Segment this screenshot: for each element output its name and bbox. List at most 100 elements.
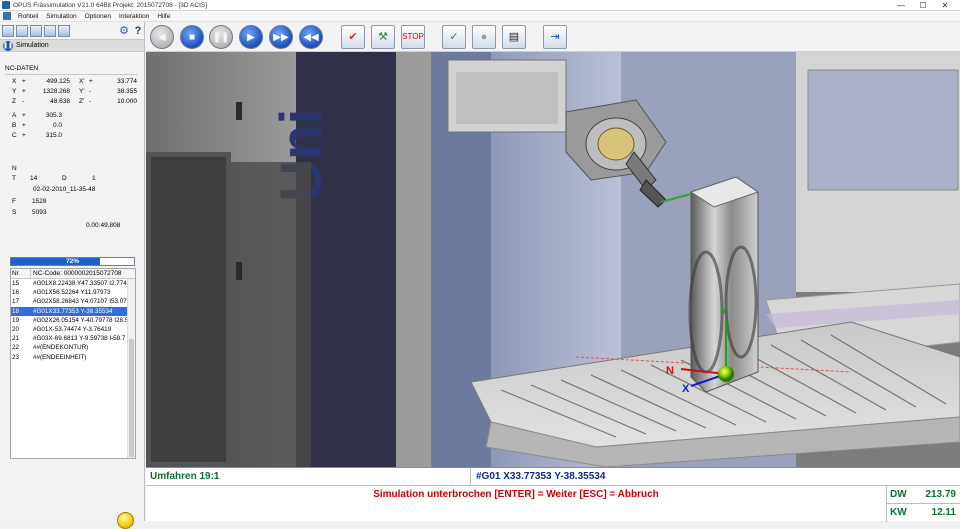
nc-list-row[interactable]: 15 #G01X8.22438 Y47.33507 I2.7748 bbox=[11, 279, 135, 288]
kw-value: 12.11 bbox=[931, 507, 956, 518]
dw-label: DW bbox=[890, 489, 907, 500]
pause-icon: ❚❚ bbox=[3, 40, 14, 51]
stop-icon: ■ bbox=[188, 32, 196, 43]
grid-view-icon[interactable] bbox=[2, 24, 14, 37]
nc-row-number: 19 bbox=[12, 316, 20, 324]
simulation-mode: Umfahren 19:1 bbox=[146, 468, 471, 486]
app-icon bbox=[2, 1, 10, 9]
current-nc-code: #G01 X33.77353 Y-38.35534 bbox=[471, 468, 960, 486]
divider bbox=[5, 74, 138, 75]
window-title: OPUS Frässimulation V21.0 64Bit Projekt:… bbox=[13, 1, 208, 9]
column-nr[interactable]: Nr bbox=[11, 269, 31, 278]
play-icon: ▶ bbox=[247, 32, 255, 43]
nc-code-list[interactable]: Nr NC-Code: 0000002015072708 15 #G01X8.22… bbox=[10, 268, 136, 459]
nc-row-number: 23 bbox=[12, 353, 20, 361]
settings-tool-icon[interactable] bbox=[58, 24, 70, 37]
nc-row-code: ##(ENDEKONTUR) bbox=[33, 344, 89, 352]
nc-elapsed-time: 0.00:49.808 bbox=[86, 222, 121, 229]
column-nc-code[interactable]: NC-Code: 0000002015072708 bbox=[31, 269, 135, 278]
nc-row-number: 16 bbox=[12, 289, 20, 297]
pause-button[interactable]: ❚❚ bbox=[209, 25, 233, 49]
checklist-icon[interactable]: ✓ bbox=[442, 25, 466, 49]
dw-readout: DW 213.79 bbox=[886, 486, 960, 504]
collision-check-icon[interactable]: ✔ bbox=[341, 25, 365, 49]
window-view-icon[interactable] bbox=[30, 24, 42, 37]
simulation-tab-label: Simulation bbox=[16, 42, 49, 49]
nc-list-scrollbar[interactable] bbox=[127, 279, 135, 458]
maximize-button[interactable]: ☐ bbox=[912, 0, 934, 11]
nc-row-code: #G01X33.77353 Y-38.35534 bbox=[33, 307, 113, 315]
nc-row-number: 17 bbox=[12, 298, 20, 306]
axis-n-label: N bbox=[666, 365, 674, 377]
help-button[interactable]: ? bbox=[132, 25, 144, 37]
user-icon[interactable]: ● bbox=[472, 25, 496, 49]
play-button[interactable]: ▶ bbox=[239, 25, 263, 49]
exit-door-icon[interactable]: ⇥ bbox=[543, 25, 567, 49]
nc-list-row[interactable]: 21 #G03X-69.6813 Y-9.59738 I-58.7 bbox=[11, 334, 135, 343]
scrollbar-thumb[interactable] bbox=[129, 339, 134, 457]
play-back-icon: ◀ bbox=[158, 32, 166, 43]
rewind-button[interactable]: ◀◀ bbox=[299, 25, 323, 49]
stop-button[interactable]: ■ bbox=[180, 25, 204, 49]
menu-rohteil[interactable]: Rohteil bbox=[14, 13, 42, 20]
menu-optionen[interactable]: Optionen bbox=[81, 13, 115, 20]
menu-app-icon[interactable] bbox=[3, 12, 11, 20]
axis-x-label: X bbox=[682, 383, 690, 395]
minimize-button[interactable]: — bbox=[890, 0, 912, 11]
machine-scene: Uni Y N X bbox=[146, 52, 960, 467]
nc-row-number: 21 bbox=[12, 335, 20, 343]
menu-interaktion[interactable]: Interaktion bbox=[115, 13, 153, 20]
dw-value: 213.79 bbox=[925, 489, 956, 500]
status-message: Simulation unterbrochen [ENTER] = Weiter… bbox=[373, 489, 659, 500]
nc-row-number: 22 bbox=[12, 344, 20, 352]
nc-date: 02-02-2010_11-35-48 bbox=[33, 186, 96, 193]
nc-list-row[interactable]: 17 #G02X58.26843 Y4.07107 I53.07 bbox=[11, 297, 135, 306]
window-controls: — ☐ ✕ bbox=[890, 0, 956, 11]
nc-row-code: #G01X-53.74474 Y-3.76419 bbox=[33, 325, 112, 333]
axis-y-label: Y bbox=[720, 305, 728, 317]
nc-n: N bbox=[12, 165, 17, 172]
menu-hilfe[interactable]: Hilfe bbox=[153, 13, 174, 20]
nc-list-row[interactable]: 23 ##(ENDEEINHEIT) bbox=[11, 353, 135, 362]
tool-position-marker bbox=[718, 366, 734, 382]
nc-row-number: 20 bbox=[12, 325, 20, 333]
pause-icon: ❚❚ bbox=[212, 32, 230, 43]
status-area: Umfahren 19:1 #G01 X33.77353 Y-38.35534 … bbox=[146, 467, 960, 522]
progress-label: 72% bbox=[65, 258, 79, 265]
nc-row-code: #G01X56.52264 Y11.97973 bbox=[33, 289, 111, 297]
simulation-toolbar: ◀ ■ ❚❚ ▶ ▶▶ ◀◀ ✔ ⚒ STOP ✓ ● ▤ ⇥ bbox=[146, 22, 960, 52]
application-window: OPUS Frässimulation V21.0 64Bit Projekt:… bbox=[0, 0, 960, 529]
list-view-icon[interactable] bbox=[16, 24, 28, 37]
nc-row-number: 15 bbox=[12, 280, 20, 287]
nc-data-title: NC-DATEN bbox=[5, 65, 39, 72]
3d-viewport[interactable]: Uni Y N X bbox=[146, 52, 960, 467]
export-icon[interactable] bbox=[44, 24, 56, 37]
menu-bar: Rohteil Simulation Optionen Interaktion … bbox=[0, 11, 960, 22]
nc-code-list-header: Nr NC-Code: 0000002015072708 bbox=[11, 269, 135, 279]
simulation-tab[interactable]: ❚❚ Simulation bbox=[0, 39, 144, 52]
rewind-icon: ◀◀ bbox=[303, 32, 319, 43]
nc-row-code: #G02X26.05154 Y-40.79778 I28.5 bbox=[33, 316, 129, 324]
nc-row-code: #G02X58.26843 Y4.07107 I53.07 bbox=[33, 298, 127, 306]
nc-list-row[interactable]: 20 #G01X-53.74474 Y-3.76419 bbox=[11, 325, 135, 334]
nc-list-row[interactable]: 22 ##(ENDEKONTUR) bbox=[11, 343, 135, 352]
close-button[interactable]: ✕ bbox=[934, 0, 956, 11]
nc-list-row[interactable]: 19 #G02X26.05154 Y-40.79778 I28.5 bbox=[11, 316, 135, 325]
machine-config-icon[interactable]: ⚒ bbox=[371, 25, 395, 49]
clapperboard-icon[interactable]: ▤ bbox=[502, 25, 526, 49]
fast-forward-icon: ▶▶ bbox=[273, 32, 289, 43]
simulation-progress-bar: 72% bbox=[10, 257, 135, 266]
stop-sign-icon[interactable]: STOP bbox=[401, 25, 425, 49]
nc-row-number: 18 bbox=[12, 307, 20, 315]
nc-list-row[interactable]: 16 #G01X56.52264 Y11.97973 bbox=[11, 288, 135, 297]
nc-row-code: #G03X-69.6813 Y-9.59738 I-58.7 bbox=[33, 335, 126, 343]
step-back-button[interactable]: ◀ bbox=[150, 25, 174, 49]
fast-forward-button[interactable]: ▶▶ bbox=[269, 25, 293, 49]
gear-icon[interactable]: ⚙ bbox=[118, 24, 130, 37]
left-panel: ⚙ ? ❚❚ Simulation NC-DATEN X +499.125 Y +1… bbox=[0, 22, 145, 529]
left-toolbar: ⚙ ? bbox=[0, 22, 144, 39]
kw-readout: KW 12.11 bbox=[886, 504, 960, 522]
menu-simulation[interactable]: Simulation bbox=[42, 13, 80, 20]
nc-list-row[interactable]: 18 #G01X33.77353 Y-38.35534 bbox=[11, 306, 135, 316]
title-bar: OPUS Frässimulation V21.0 64Bit Projekt:… bbox=[0, 0, 960, 11]
